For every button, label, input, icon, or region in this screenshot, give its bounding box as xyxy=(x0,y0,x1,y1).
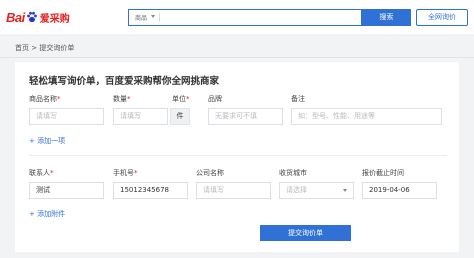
product-name-label: 商品名称* xyxy=(29,95,61,103)
logo-subtitle: 爱采购 xyxy=(39,13,70,25)
breadcrumb: 首页 > 提交询价单 xyxy=(15,44,75,52)
contact-label: 联系人* xyxy=(29,169,54,177)
company-label: 公司名称 xyxy=(196,169,224,177)
product-name-input[interactable]: 请填写 xyxy=(29,108,104,125)
top-bar: Bai 爱采购 商品 搜索 全网询价 xyxy=(0,0,474,34)
search-separator xyxy=(159,13,160,22)
inquiry-form-panel: 轻松填写询价单，百度爱采购帮你全网挑商家 商品名称* 数量* 单位* 品牌 备注… xyxy=(15,62,459,252)
section-divider xyxy=(29,155,447,156)
logo-text: Bai xyxy=(6,9,25,25)
contact-input[interactable]: 测试 xyxy=(29,182,104,199)
note-input[interactable]: 如：型号、性能、用途等 xyxy=(291,108,442,125)
baidu-logo[interactable]: Bai 爱采购 xyxy=(6,9,70,25)
search-category-select[interactable]: 商品 xyxy=(135,13,147,22)
brand-input[interactable]: 无要求可不填 xyxy=(208,108,283,125)
page-title: 轻松填写询价单，百度爱采购帮你全网挑商家 xyxy=(29,76,220,87)
deadline-date-input[interactable]: 2019-04-06 xyxy=(362,182,437,199)
chevron-down-icon xyxy=(151,15,155,18)
city-label: 收货城市 xyxy=(279,169,307,177)
company-input[interactable]: 请填写 xyxy=(196,182,271,199)
submit-inquiry-button[interactable]: 提交询价单 xyxy=(260,225,351,241)
search-button[interactable]: 搜索 xyxy=(362,9,411,26)
quantity-label: 数量* xyxy=(113,95,131,103)
search-input[interactable]: 商品 xyxy=(128,9,362,26)
brand-label: 品牌 xyxy=(208,95,222,103)
add-item-link[interactable]: + 添加一项 xyxy=(29,136,65,146)
quantity-input[interactable]: 请填写 xyxy=(113,108,168,125)
city-select-value: 请选择 xyxy=(286,186,307,194)
paw-icon xyxy=(26,11,37,23)
unit-select[interactable]: 件 xyxy=(170,108,190,125)
deadline-label: 报价截止时间 xyxy=(362,169,404,177)
header-divider xyxy=(0,57,474,58)
unit-label: 单位* xyxy=(172,95,190,103)
phone-input[interactable]: 15012345678 xyxy=(113,182,188,199)
city-select[interactable]: 请选择 xyxy=(279,182,354,199)
phone-label: 手机号* xyxy=(113,169,138,177)
add-attachment-link[interactable]: + 添加附件 xyxy=(29,209,65,219)
note-label: 备注 xyxy=(291,95,305,103)
chevron-down-icon xyxy=(343,189,347,192)
global-inquiry-button[interactable]: 全网询价 xyxy=(416,9,468,26)
